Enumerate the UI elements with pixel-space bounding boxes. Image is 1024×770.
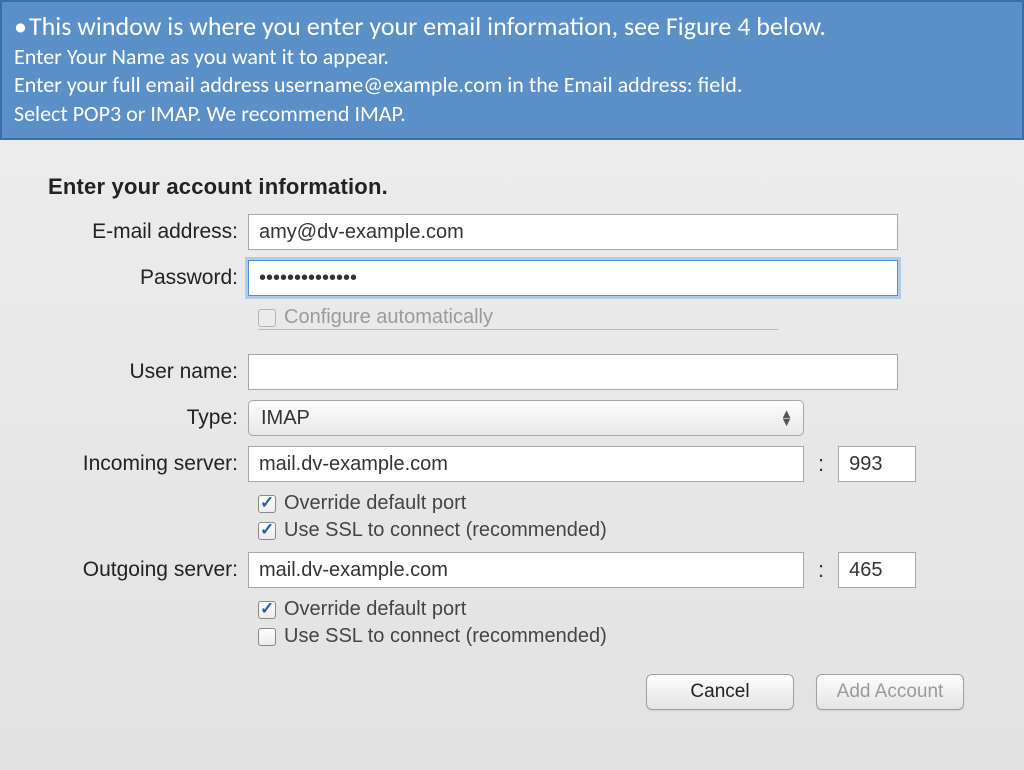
configure-auto-label: Configure automatically — [284, 306, 493, 329]
email-field[interactable] — [248, 214, 898, 250]
type-label: Type: — [24, 406, 248, 430]
outgoing-override-port-label: Override default port — [284, 598, 466, 621]
add-account-button[interactable]: Add Account — [816, 674, 964, 710]
outgoing-port-field[interactable] — [838, 552, 916, 588]
email-label: E-mail address: — [24, 220, 248, 244]
outgoing-label: Outgoing server: — [24, 558, 248, 582]
instruction-banner: •This window is where you enter your ema… — [0, 0, 1024, 140]
username-label: User name: — [24, 360, 248, 384]
divider — [258, 329, 778, 330]
banner-line-2: Enter Your Name as you want it to appear… — [14, 43, 1010, 72]
type-value: IMAP — [261, 407, 310, 430]
panel-title: Enter your account information. — [48, 174, 1000, 200]
chevron-updown-icon: ▲▼ — [780, 410, 793, 426]
account-setup-panel: Enter your account information. E-mail a… — [0, 140, 1024, 770]
banner-line-3: Enter your full email address username@e… — [14, 71, 1010, 100]
configure-auto-checkbox — [258, 309, 276, 327]
incoming-override-port-checkbox[interactable] — [258, 495, 276, 513]
colon-separator: : — [814, 451, 828, 477]
cancel-button[interactable]: Cancel — [646, 674, 794, 710]
incoming-override-port-label: Override default port — [284, 492, 466, 515]
outgoing-use-ssl-checkbox[interactable] — [258, 628, 276, 646]
colon-separator-2: : — [814, 557, 828, 583]
username-field[interactable] — [248, 354, 898, 390]
incoming-server-field[interactable] — [248, 446, 804, 482]
outgoing-server-field[interactable] — [248, 552, 804, 588]
incoming-use-ssl-checkbox[interactable] — [258, 522, 276, 540]
incoming-label: Incoming server: — [24, 452, 248, 476]
incoming-use-ssl-label: Use SSL to connect (recommended) — [284, 519, 607, 542]
outgoing-use-ssl-label: Use SSL to connect (recommended) — [284, 625, 607, 648]
banner-line-1: •This window is where you enter your ema… — [14, 10, 1010, 43]
password-label: Password: — [24, 266, 248, 290]
password-field[interactable] — [248, 260, 898, 296]
outgoing-override-port-checkbox[interactable] — [258, 601, 276, 619]
type-select[interactable]: IMAP ▲▼ — [248, 400, 804, 436]
incoming-port-field[interactable] — [838, 446, 916, 482]
banner-line-4: Select POP3 or IMAP. We recommend IMAP. — [14, 100, 1010, 129]
